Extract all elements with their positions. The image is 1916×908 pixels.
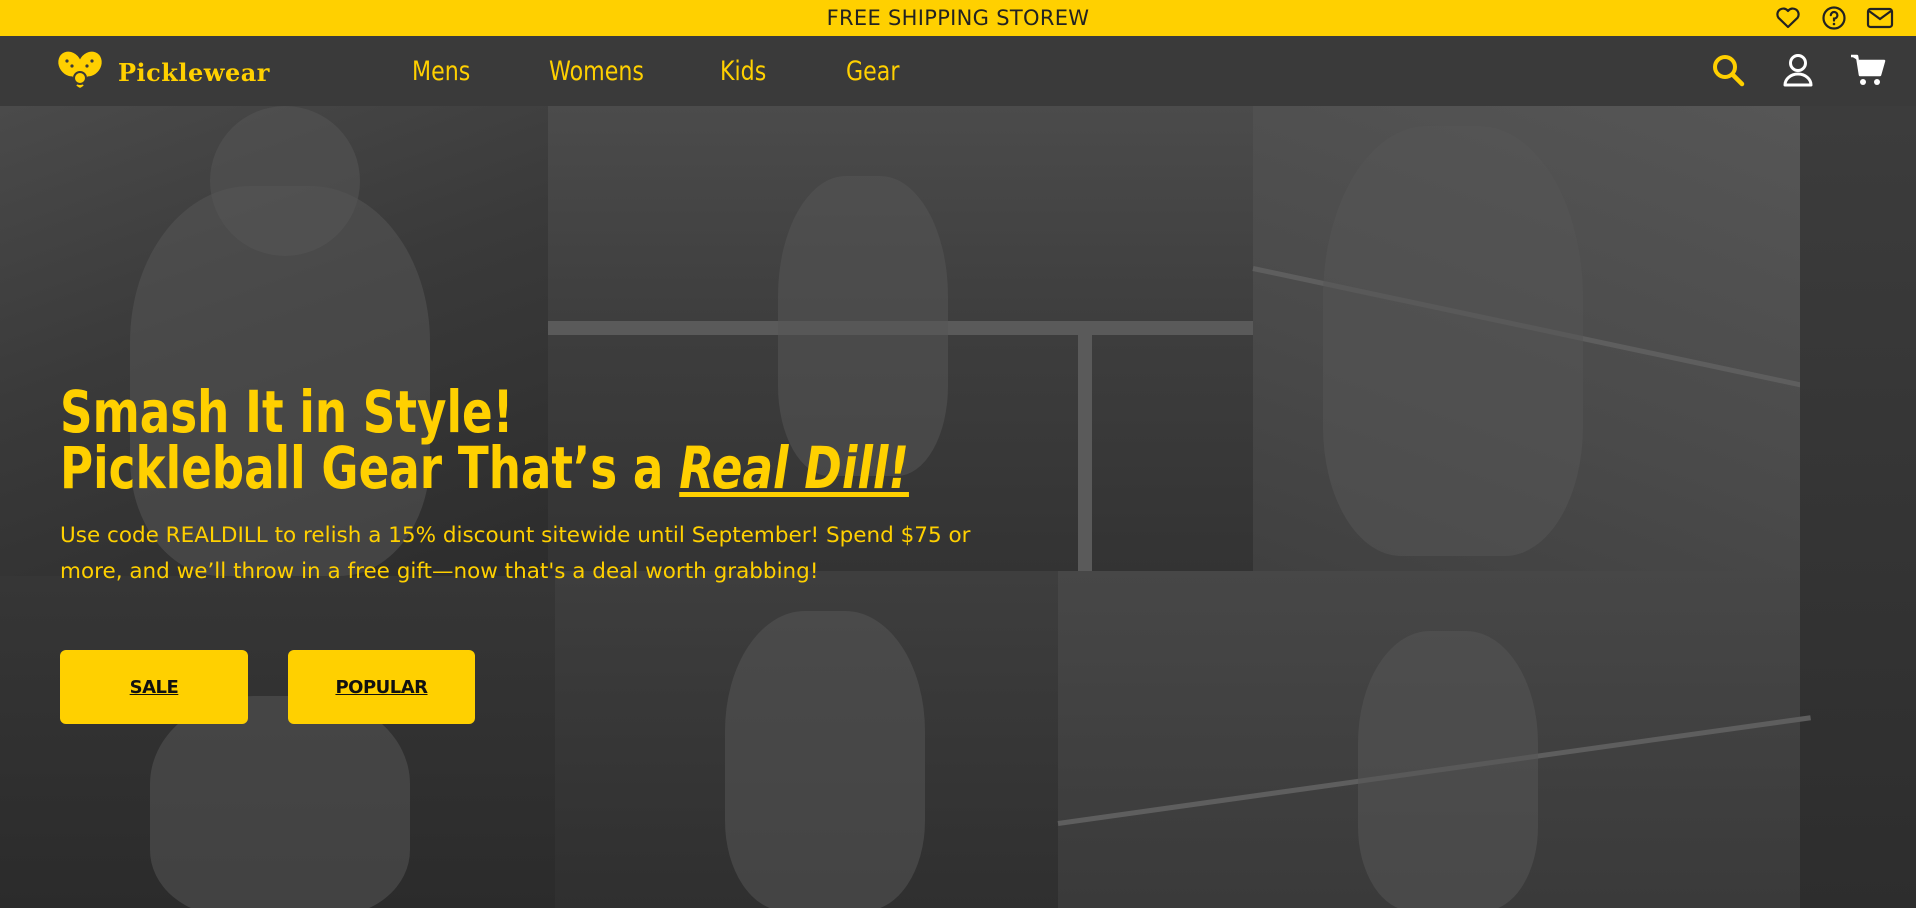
hero-headline: Smash It in Style! Pickleball Gear That’… <box>60 383 996 497</box>
mail-icon[interactable] <box>1866 5 1894 31</box>
hero-photo-player-1 <box>0 106 548 576</box>
nav-item-gear[interactable]: Gear <box>846 56 899 87</box>
hero-photo-players-6 <box>1057 571 1811 908</box>
pickleball-paddles-logo-icon <box>52 46 108 99</box>
main-navigation: Picklewear Mens Womens Kids Gear <box>0 36 1916 106</box>
help-circle-icon[interactable] <box>1820 5 1848 31</box>
topbar-icons <box>1774 5 1894 31</box>
hero-photo-player-3 <box>1252 106 1802 571</box>
hero-photo-edge <box>1800 106 1916 908</box>
hero-headline-line2: Pickleball Gear That’s a <box>60 434 680 502</box>
account-icon[interactable] <box>1778 50 1818 90</box>
heart-icon[interactable] <box>1774 5 1802 31</box>
announcement-text: FREE SHIPPING STOREW <box>826 6 1090 30</box>
nav-item-mens[interactable]: Mens <box>412 56 470 87</box>
nav-actions <box>1708 50 1888 90</box>
search-icon[interactable] <box>1708 50 1748 90</box>
nav-item-kids[interactable]: Kids <box>720 56 766 87</box>
cart-icon[interactable] <box>1848 50 1888 90</box>
brand-name: Picklewear <box>118 58 270 87</box>
nav-item-womens[interactable]: Womens <box>549 56 644 87</box>
brand-logo[interactable]: Picklewear <box>52 46 270 99</box>
hero-banner: Smash It in Style! Pickleball Gear That’… <box>0 106 1916 908</box>
hero-headline-emphasis: Real Dill! <box>679 434 909 502</box>
hero-photo-player-4 <box>0 576 555 908</box>
hero-content: Smash It in Style! Pickleball Gear That’… <box>60 383 1260 584</box>
hero-subtext: Use code REALDILL to relish a 15% discou… <box>60 523 971 584</box>
sale-button[interactable]: SALE <box>60 650 248 724</box>
hero-photo-player-5 <box>555 571 1058 908</box>
popular-button[interactable]: POPULAR <box>288 650 475 724</box>
announcement-bar: FREE SHIPPING STOREW <box>0 0 1916 36</box>
